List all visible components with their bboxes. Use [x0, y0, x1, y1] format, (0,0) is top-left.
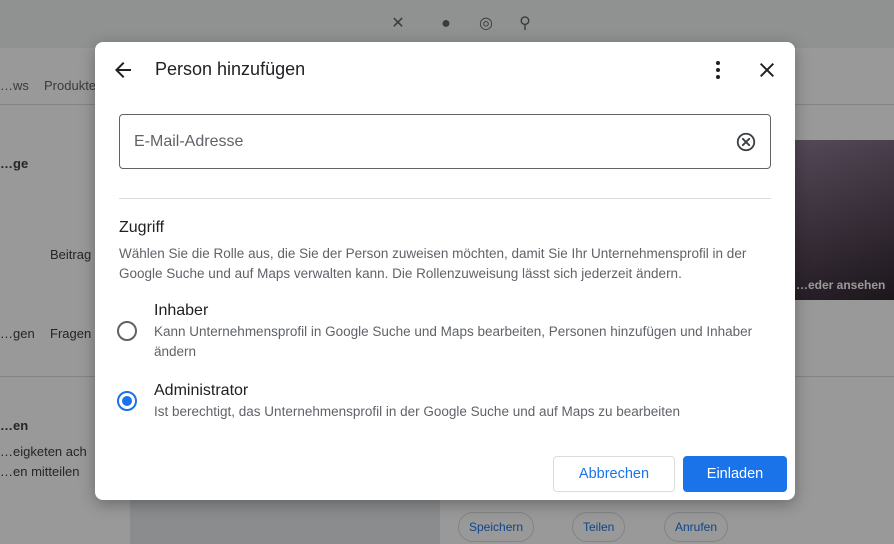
dialog-header: Person hinzufügen: [95, 42, 795, 98]
administrator-radio[interactable]: [117, 391, 137, 411]
owner-radio[interactable]: [117, 321, 137, 341]
cancel-button[interactable]: Abbrechen: [553, 456, 675, 492]
section-divider: [119, 198, 771, 199]
clear-email-button[interactable]: [732, 128, 760, 156]
more-vert-icon: [716, 61, 720, 79]
role-option-administrator[interactable]: Administrator Ist berechtigt, das Untern…: [109, 380, 769, 422]
more-options-button[interactable]: [700, 52, 736, 88]
email-field[interactable]: [119, 114, 771, 169]
back-button[interactable]: [105, 52, 141, 88]
role-description: Kann Unternehmensprofil in Google Suche …: [154, 324, 753, 359]
email-input[interactable]: [134, 115, 724, 168]
role-description: Ist berechtigt, das Unternehmensprofil i…: [154, 404, 681, 419]
invite-button[interactable]: Einladen: [683, 456, 787, 492]
add-person-dialog: Person hinzufügen Zugriff Wählen Sie die…: [95, 42, 795, 500]
role-label: Administrator: [154, 382, 249, 399]
access-description: Wählen Sie die Rolle aus, die Sie der Pe…: [119, 246, 747, 281]
close-button[interactable]: [749, 52, 785, 88]
cancel-circle-icon: [736, 132, 756, 152]
role-option-owner[interactable]: Inhaber Kann Unternehmensprofil in Googl…: [109, 300, 769, 362]
role-label: Inhaber: [154, 302, 209, 319]
dialog-title: Person hinzufügen: [155, 59, 306, 79]
radio-selected-dot: [122, 396, 132, 406]
access-title: Zugriff: [119, 219, 165, 236]
arrow-back-icon: [115, 62, 131, 78]
close-icon: [760, 63, 774, 77]
